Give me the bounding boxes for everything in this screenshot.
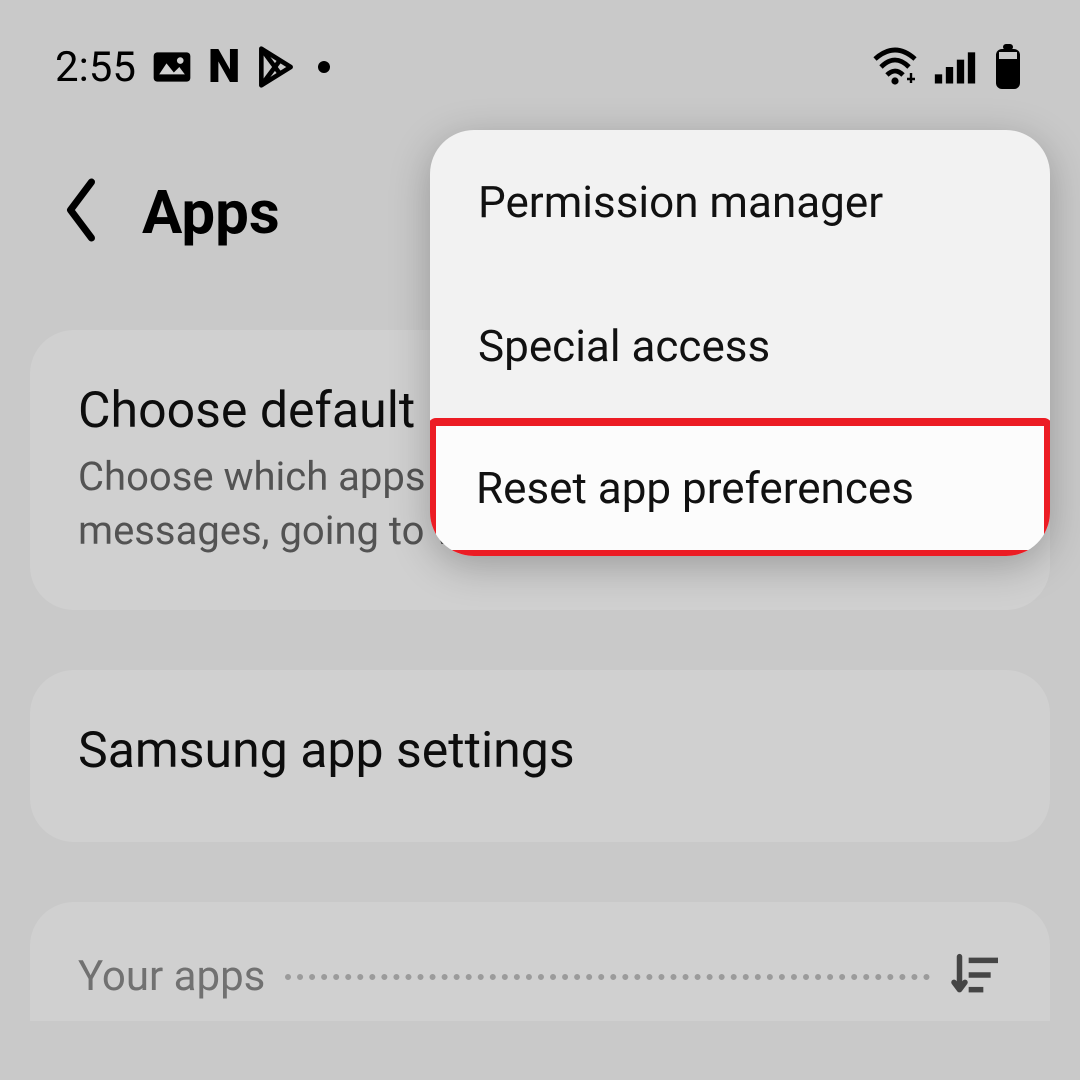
menu-item-special-access[interactable]: Special access [430,274,1050,418]
menu-item-reset-app-preferences[interactable]: Reset app preferences [430,418,1050,556]
annotation-highlight: Reset app preferences [430,418,1050,556]
menu-item-permission-manager[interactable]: Permission manager [430,130,1050,274]
overflow-menu: Permission manager Special access Reset … [430,130,1050,556]
menu-item-label: Permission manager [478,176,883,228]
menu-item-label: Special access [478,320,770,372]
menu-item-label: Reset app preferences [476,462,914,514]
